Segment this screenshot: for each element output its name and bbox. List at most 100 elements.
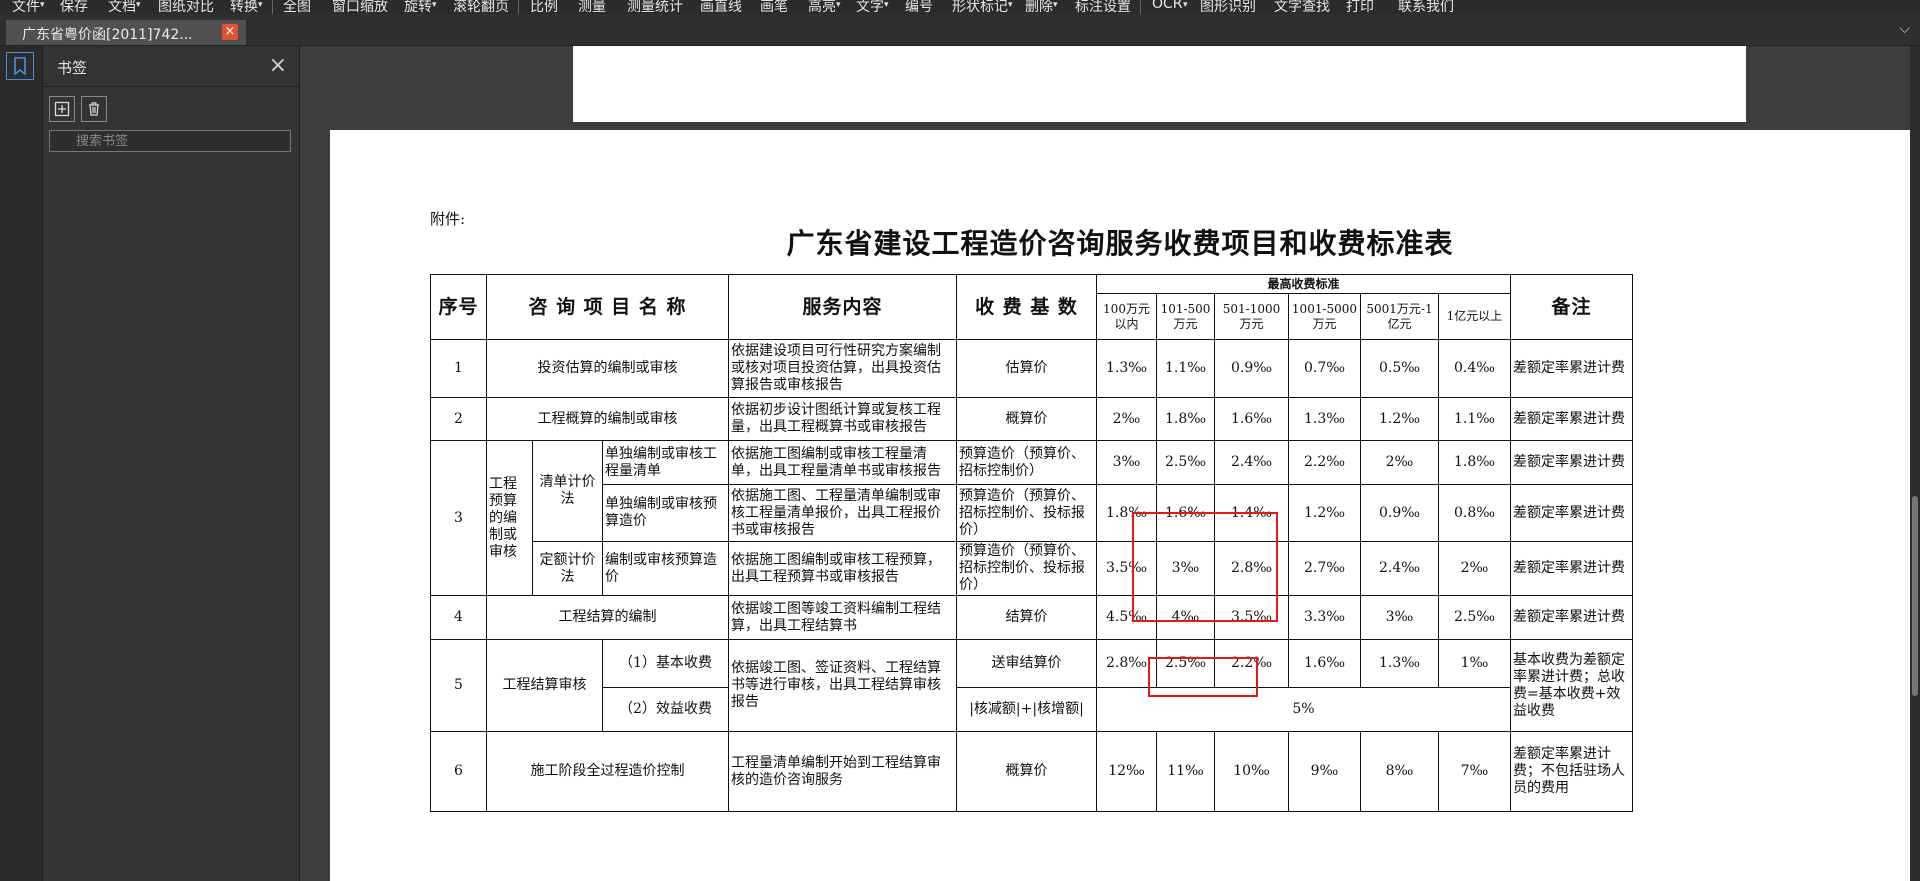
menu-item[interactable]: 全图 xyxy=(283,0,311,14)
side-rail xyxy=(0,46,43,881)
menu-item[interactable]: 测量 xyxy=(578,0,606,14)
rate-cell: 12‰ xyxy=(1096,731,1157,812)
menu-item[interactable]: 比例 xyxy=(530,0,558,14)
row-service: 依据初步设计图纸计算或复核工程量，出具工程概算书或审核报告 xyxy=(728,397,957,441)
rate-cell: 11‰ xyxy=(1156,731,1215,812)
menu-item[interactable]: 测量统计 xyxy=(627,0,683,14)
document-viewport[interactable]: 附件: 广东省建设工程造价咨询服务收费项目和收费标准表 序号 咨 询 项 目 名… xyxy=(300,46,1910,881)
rate-cell: 0.5‰ xyxy=(1360,339,1439,398)
rate-cell: 3.5‰ xyxy=(1214,595,1289,640)
close-icon[interactable]: × xyxy=(269,53,287,78)
menu-item[interactable]: 图纸对比 xyxy=(158,0,214,14)
bookmark-icon[interactable] xyxy=(6,52,34,80)
row-method: 定额计价法 xyxy=(532,541,603,596)
rate-cell: 1.3‰ xyxy=(1096,339,1157,398)
row-remark: 差额定率累进计费 xyxy=(1510,484,1633,542)
row-sub: （1）基本收费 xyxy=(602,639,729,688)
rate-cell: 2.2‰ xyxy=(1214,639,1289,688)
menu-item[interactable]: 文字查找 xyxy=(1274,0,1330,14)
rate-cell: 1.8‰ xyxy=(1438,440,1511,485)
row-sub: （2）效益收费 xyxy=(602,687,729,732)
rate-cell: 10‰ xyxy=(1214,731,1289,812)
rate-cell: 8‰ xyxy=(1360,731,1439,812)
row-remark: 差额定率累进计费 xyxy=(1510,339,1633,398)
delete-bookmark-button[interactable] xyxy=(81,96,107,122)
header-remark: 备注 xyxy=(1510,274,1633,340)
row-sub: 编制或审核预算造价 xyxy=(602,541,729,596)
row-no: 2 xyxy=(430,397,487,441)
chevron-down-icon: ▾ xyxy=(136,0,141,10)
rate-cell: 1.8‰ xyxy=(1096,484,1157,542)
menu-separator xyxy=(518,0,519,14)
rate-cell: 1.6‰ xyxy=(1214,397,1289,441)
menu-item[interactable]: 滚轮翻页 xyxy=(453,0,509,14)
row-remark: 差额定率累进计费 xyxy=(1510,541,1633,596)
menu-item[interactable]: 文件 xyxy=(12,0,40,14)
menu-item[interactable]: 窗口缩放 xyxy=(332,0,388,14)
row-item: 投资估算的编制或审核 xyxy=(486,339,729,398)
menu-item[interactable]: 删除 xyxy=(1025,0,1053,14)
menu-separator xyxy=(1140,0,1141,14)
vertical-scrollbar[interactable] xyxy=(1910,46,1920,881)
rate-cell: 3‰ xyxy=(1360,595,1439,640)
menu-item[interactable]: 图形识别 xyxy=(1200,0,1256,14)
rate-cell: 7‰ xyxy=(1438,731,1511,812)
menu-separator xyxy=(272,0,273,14)
menu-item[interactable]: 编号 xyxy=(905,0,933,14)
rate-cell: 1.6‰ xyxy=(1156,484,1215,542)
row-remark: 差额定率累进计费；不包括驻场人员的费用 xyxy=(1510,731,1633,812)
row-base: 预算造价（预算价、招标控制价、投标报价） xyxy=(956,484,1097,542)
rate-cell: 3.3‰ xyxy=(1288,595,1361,640)
panel-title: 书签 xyxy=(57,59,88,77)
menu-item[interactable]: 旋转 xyxy=(404,0,432,14)
table-row: 1 投资估算的编制或审核 依据建设项目可行性研究方案编制或核对项目投资估算，出具… xyxy=(430,339,1633,398)
row-sub: 单独编制或审核预算造价 xyxy=(602,484,729,542)
rate-cell: 2.5‰ xyxy=(1438,595,1511,640)
menu-item[interactable]: 文档 xyxy=(108,0,136,14)
rate-cell: 2.4‰ xyxy=(1360,541,1439,596)
menu-item[interactable]: 画笔 xyxy=(760,0,788,14)
tab-close-icon[interactable]: × xyxy=(222,24,238,40)
menu-item[interactable]: 高亮 xyxy=(808,0,836,14)
header-max-standard: 最高收费标准 xyxy=(1096,274,1511,294)
menu-item[interactable]: 标注设置 xyxy=(1075,0,1131,14)
bookmark-panel: 书签 × xyxy=(43,46,300,881)
chevron-down-icon: ▾ xyxy=(1053,0,1058,10)
add-bookmark-button[interactable] xyxy=(49,96,75,122)
rate-cell: 2‰ xyxy=(1438,541,1511,596)
row-no: 1 xyxy=(430,339,487,398)
rate-cell: 1.4‰ xyxy=(1214,484,1289,542)
chevron-down-icon[interactable]: ⌵ xyxy=(1899,21,1910,37)
menu-item[interactable]: 打印 xyxy=(1346,0,1374,14)
row-base: 预算造价（预算价、招标控制价、投标报价） xyxy=(956,541,1097,596)
menu-item[interactable]: 形状标记 xyxy=(952,0,1008,14)
scrollbar-thumb[interactable] xyxy=(1912,496,1918,696)
row-remark: 差额定率累进计费 xyxy=(1510,440,1633,485)
menu-item[interactable]: 保存 xyxy=(60,0,88,14)
header-no: 序号 xyxy=(430,274,487,340)
table-row: 单独编制或审核预算造价 依据施工图、工程量清单编制或审核工程量清单报价，出具工程… xyxy=(431,484,1633,542)
menu-item[interactable]: OCR xyxy=(1152,0,1183,12)
menu-item[interactable]: 画直线 xyxy=(700,0,742,14)
rate-cell: 1.1‰ xyxy=(1156,339,1215,398)
rate-cell: 0.8‰ xyxy=(1438,484,1511,542)
tier-header: 501-1000万元 xyxy=(1214,293,1289,340)
document-tab[interactable]: 广东省粤价函[2011]742... × xyxy=(6,20,246,45)
table-row: 5 工程结算审核 （1）基本收费 依据竣工图、签证资料、工程结算书等进行审核，出… xyxy=(430,639,1633,732)
rate-cell: 2.8‰ xyxy=(1096,639,1157,688)
row-base: 概算价 xyxy=(956,731,1097,812)
rate-cell: 2‰ xyxy=(1360,440,1439,485)
row-method: 清单计价法 xyxy=(532,440,603,542)
document-title: 广东省建设工程造价咨询服务收费项目和收费标准表 xyxy=(786,227,1454,260)
row-service: 依据建设项目可行性研究方案编制或核对项目投资估算，出具投资估算报告或审核报告 xyxy=(728,339,957,398)
row-base: |核减额|+|核增额| xyxy=(956,687,1097,732)
table-row: （2）效益收费 |核减额|+|核增额| 5% xyxy=(431,687,1633,732)
rate-cell: 1.2‰ xyxy=(1288,484,1361,542)
menu-item[interactable]: 文字 xyxy=(856,0,884,14)
row-remark: 差额定率累进计费 xyxy=(1510,595,1633,640)
row-item: 施工阶段全过程造价控制 xyxy=(486,731,729,812)
menu-item[interactable]: 联系我们 xyxy=(1398,0,1454,14)
table-row: 3 工程预算的编制或审核 清单计价法 单独编制或审核工程量清单 依据施工图编制或… xyxy=(430,440,1633,596)
menu-item[interactable]: 转换 xyxy=(230,0,258,14)
bookmark-search-input[interactable] xyxy=(49,130,291,152)
